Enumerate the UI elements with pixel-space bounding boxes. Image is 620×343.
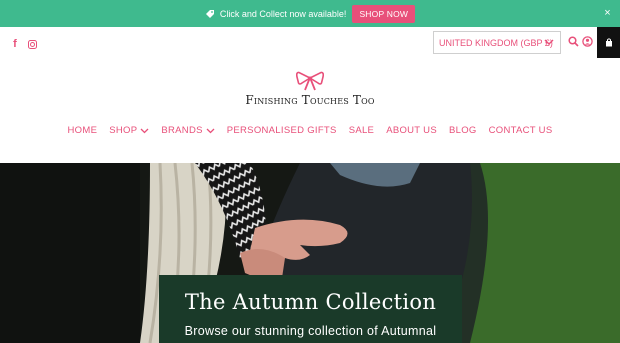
chevron-down-icon [544,39,554,45]
facebook-icon[interactable]: f [10,38,20,50]
close-icon[interactable]: × [602,7,613,19]
shop-now-button[interactable]: SHOP NOW [352,4,416,23]
nav-item-home[interactable]: HOME [68,125,98,136]
nav-item-brands[interactable]: BRANDS [161,125,215,136]
nav-item-shop[interactable]: SHOP [109,125,149,136]
currency-selector[interactable]: UNITED KINGDOM (GBP £) [433,31,561,54]
currency-selected-value: UNITED KINGDOM (GBP £) [439,37,553,48]
hero-subtitle: Browse our stunning collection of Autumn… [184,324,437,338]
account-icon[interactable] [582,36,593,47]
announcement-text: Click and Collect now available! [219,8,347,19]
nav-item-label: BRANDS [161,125,203,136]
nav-item-label: HOME [67,125,98,136]
nav-item-blog[interactable]: BLOG [449,125,477,136]
nav-item-sale[interactable]: SALE [349,125,375,136]
nav-item-label: ABOUT US [386,125,437,136]
nav-item-label: SALE [348,125,375,136]
nav-item-personalised-gifts[interactable]: PERSONALISED GIFTS [227,125,337,136]
nav-item-contact-us[interactable]: CONTACT US [489,125,553,136]
nav-item-label: PERSONALISED GIFTS [226,125,337,136]
bow-icon [296,71,324,91]
nav-item-label: CONTACT US [488,125,553,136]
main-nav: HOME SHOP BRANDS PERSONALISED GIFTS SALE… [0,125,620,136]
cart-button[interactable] [597,27,620,58]
nav-item-label: BLOG [448,125,477,136]
hero-banner[interactable] [0,163,620,343]
nav-item-label: SHOP [109,125,138,136]
chevron-down-icon [140,128,149,133]
search-icon[interactable] [568,36,579,47]
site-logo[interactable]: Finishing Touches Too [0,93,620,107]
nav-item-about-us[interactable]: ABOUT US [386,125,437,136]
cart-icon [605,38,612,47]
chevron-down-icon [206,128,215,133]
announcement-bar: Click and Collect now available! SHOP NO… [0,0,620,27]
hero-title: The Autumn Collection [184,290,437,314]
tag-icon [205,9,214,18]
social-links: f [10,38,37,50]
instagram-icon[interactable] [28,39,37,49]
